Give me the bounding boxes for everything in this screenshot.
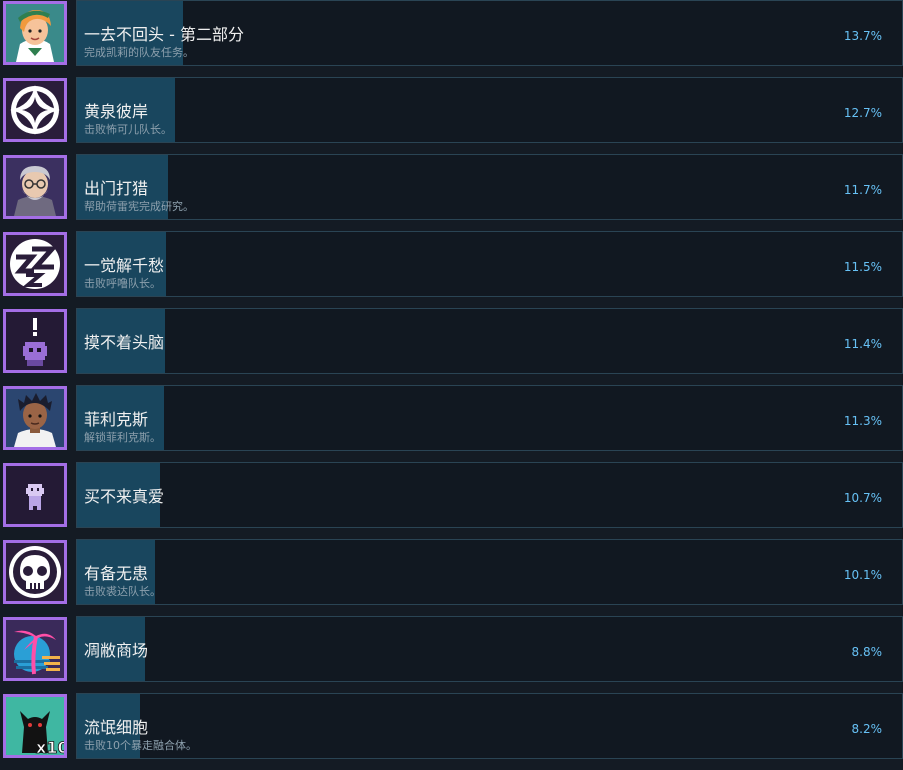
achievement-title: 买不来真爱 — [84, 487, 165, 506]
achievement-percent: 11.7% — [843, 183, 882, 197]
achievement-row[interactable]: 有备无患 击败裘达队长。 10.1% — [0, 539, 903, 616]
achievement-icon-frame — [3, 617, 67, 681]
boy-portrait-icon — [6, 389, 64, 447]
achievement-bar: 流氓细胞 击败10个暴走融合体。 8.2% — [76, 693, 903, 759]
achievement-description: 击败呼噜队长。 — [84, 277, 161, 290]
achievement-row[interactable]: 出门打猎 帮助荷雷宪完成研究。 11.7% — [0, 154, 903, 231]
shadow-creature-x10-icon: x10 — [6, 697, 64, 755]
achievement-title: 有备无患 — [84, 564, 149, 583]
achievement-bar: 一觉解千愁 击败呼噜队长。 11.5% — [76, 231, 903, 297]
confused-sprite-icon — [6, 312, 64, 370]
palm-tree-sunset-icon — [6, 620, 64, 678]
girl-portrait-icon — [6, 4, 64, 62]
achievement-bar: 买不来真爱 10.7% — [76, 462, 903, 528]
achievement-title: 凋敝商场 — [84, 641, 149, 660]
achievement-icon-frame — [3, 232, 67, 296]
ghost-sprite-icon — [6, 466, 64, 524]
achievement-description: 完成凯莉的队友任务。 — [84, 46, 194, 59]
achievement-percent: 11.5% — [843, 260, 882, 274]
achievement-title: 一觉解千愁 — [84, 256, 165, 275]
achievement-bar: 有备无患 击败裘达队长。 10.1% — [76, 539, 903, 605]
achievement-icon-frame — [3, 309, 67, 373]
achievement-icon-frame — [3, 1, 67, 65]
achievement-bar: 一去不回头 - 第二部分 完成凯莉的队友任务。 13.7% — [76, 0, 903, 66]
achievement-title: 流氓细胞 — [84, 718, 149, 737]
old-man-portrait-icon — [6, 158, 64, 216]
achievement-row[interactable]: 一觉解千愁 击败呼噜队长。 11.5% — [0, 231, 903, 308]
achievement-description: 解锁菲利克斯。 — [84, 431, 161, 444]
achievement-row[interactable]: 凋敝商场 8.8% — [0, 616, 903, 693]
achievement-row[interactable]: 菲利克斯 解锁菲利克斯。 11.3% — [0, 385, 903, 462]
achievement-title: 一去不回头 - 第二部分 — [84, 25, 244, 44]
achievement-percent: 13.7% — [843, 29, 882, 43]
four-point-star-icon — [6, 81, 64, 139]
achievement-title: 出门打猎 — [84, 179, 149, 198]
achievement-icon-frame — [3, 463, 67, 527]
achievement-bar: 菲利克斯 解锁菲利克斯。 11.3% — [76, 385, 903, 451]
achievement-row[interactable]: 黄泉彼岸 击败怖可儿队长。 12.7% — [0, 77, 903, 154]
achievement-percent: 10.1% — [843, 568, 882, 582]
achievement-description: 击败怖可儿队长。 — [84, 123, 172, 136]
achievement-percent: 12.7% — [843, 106, 882, 120]
achievement-bar: 黄泉彼岸 击败怖可儿队长。 12.7% — [76, 77, 903, 143]
skull-icon — [6, 543, 64, 601]
achievement-list: 一去不回头 - 第二部分 完成凯莉的队友任务。 13.7% 黄泉彼岸 击败怖可儿… — [0, 0, 903, 759]
achievement-title: 黄泉彼岸 — [84, 102, 149, 121]
achievement-title: 菲利克斯 — [84, 410, 149, 429]
achievement-percent: 8.8% — [851, 645, 883, 659]
achievement-icon-frame — [3, 155, 67, 219]
achievement-bar: 摸不着头脑 11.4% — [76, 308, 903, 374]
achievement-description: 帮助荷雷宪完成研究。 — [84, 200, 194, 213]
achievement-description: 击败裘达队长。 — [84, 585, 161, 598]
achievement-description: 击败10个暴走融合体。 — [84, 739, 197, 752]
achievement-icon-frame: x10 — [3, 694, 67, 758]
achievement-title: 摸不着头脑 — [84, 333, 165, 352]
achievement-percent: 11.3% — [843, 414, 882, 428]
achievement-percent: 8.2% — [851, 722, 883, 736]
achievement-bar: 凋敝商场 8.8% — [76, 616, 903, 682]
achievement-row[interactable]: 一去不回头 - 第二部分 完成凯莉的队友任务。 13.7% — [0, 0, 903, 77]
achievement-row[interactable]: 买不来真爱 10.7% — [0, 462, 903, 539]
achievement-bar: 出门打猎 帮助荷雷宪完成研究。 11.7% — [76, 154, 903, 220]
achievement-percent: 10.7% — [843, 491, 882, 505]
svg-text:x10: x10 — [36, 738, 64, 755]
achievement-icon-frame — [3, 78, 67, 142]
achievement-icon-frame — [3, 540, 67, 604]
achievement-row[interactable]: 摸不着头脑 11.4% — [0, 308, 903, 385]
achievement-icon-frame — [3, 386, 67, 450]
achievement-row[interactable]: x10 流氓细胞 击败10个暴走融合体。 8.2% — [0, 693, 903, 770]
zzz-sleep-icon — [6, 235, 64, 293]
achievement-percent: 11.4% — [843, 337, 882, 351]
